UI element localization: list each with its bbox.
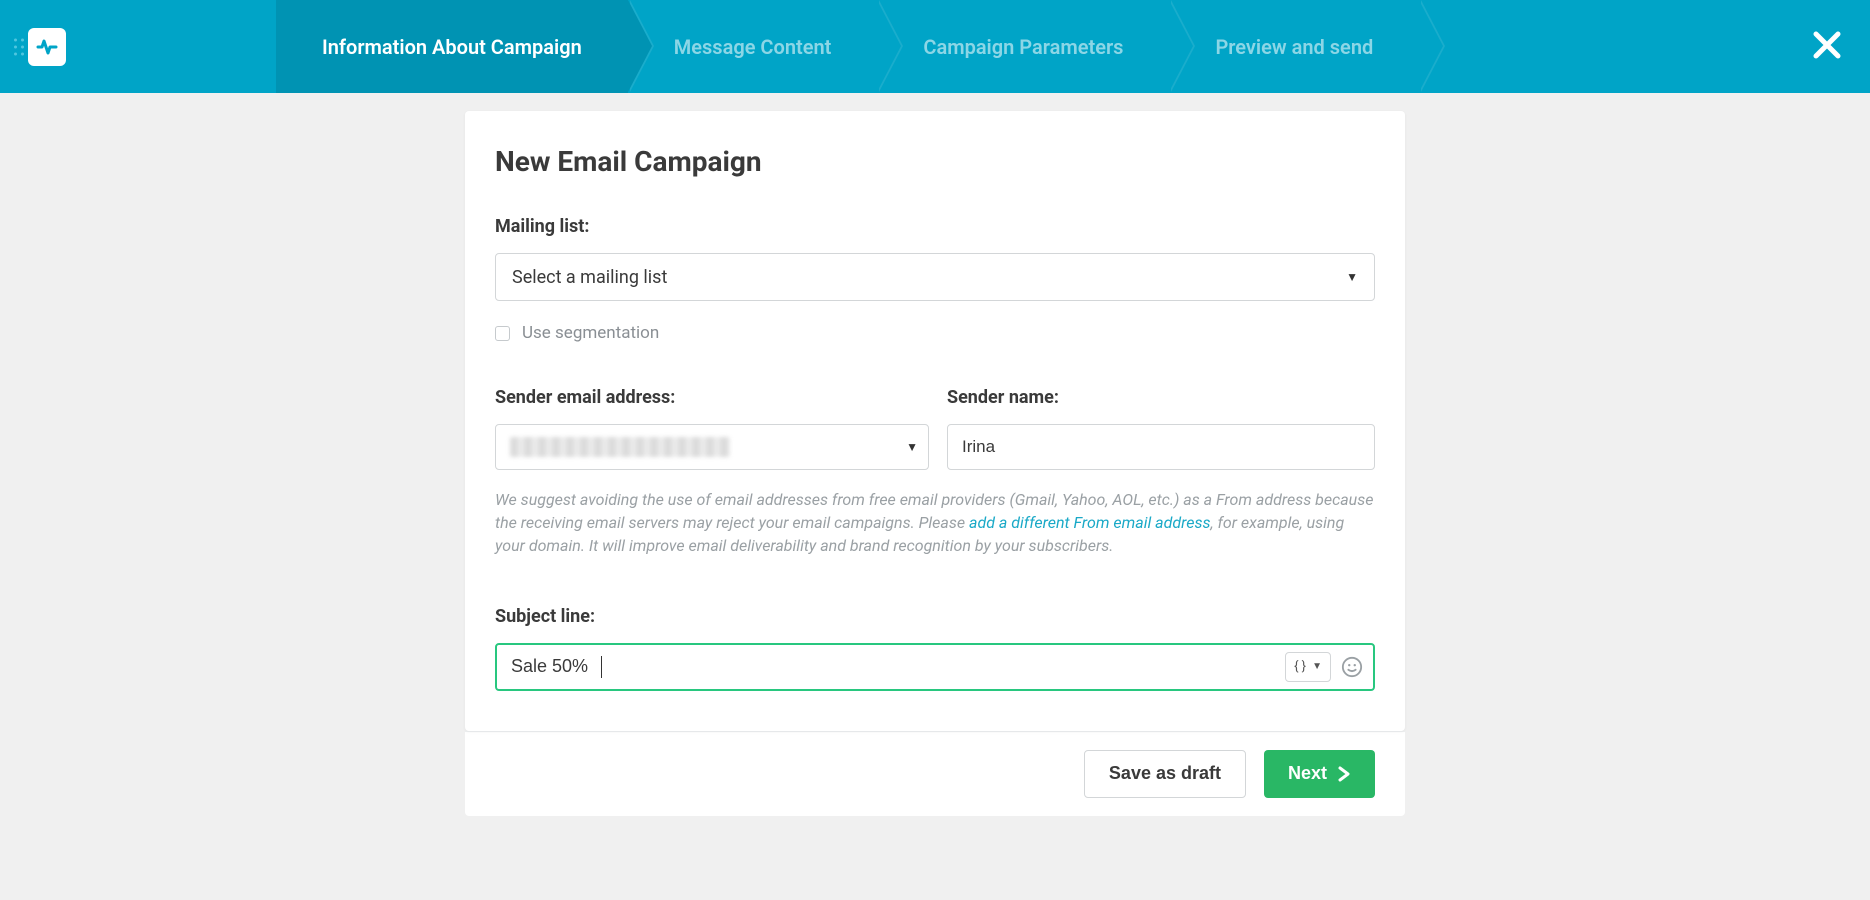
mailing-list-placeholder: Select a mailing list [512, 267, 667, 288]
step-label: Information About Campaign [322, 35, 582, 59]
chevron-right-icon [1337, 766, 1351, 782]
subject-label: Subject line: [495, 606, 1375, 627]
sender-name-label: Sender name: [947, 387, 1375, 408]
wizard-header: Information About Campaign Message Conte… [0, 0, 1870, 93]
insert-variable-button[interactable]: { } ▼ [1285, 652, 1331, 682]
campaign-form-card: New Email Campaign Mailing list: Select … [465, 111, 1405, 731]
sender-helper-text: We suggest avoiding the use of email add… [495, 488, 1375, 558]
chevron-down-icon: ▼ [1312, 661, 1322, 672]
form-footer: Save as draft Next [465, 731, 1405, 816]
text-cursor [601, 656, 602, 678]
next-button[interactable]: Next [1264, 750, 1375, 798]
segmentation-row: Use segmentation [495, 323, 1375, 343]
close-button[interactable] [1812, 30, 1842, 64]
chevron-down-icon: ▼ [906, 440, 918, 454]
step-label: Message Content [674, 35, 832, 59]
step-label: Campaign Parameters [923, 35, 1123, 59]
emoji-picker-button[interactable] [1339, 654, 1365, 680]
add-from-address-link[interactable]: add a different From email address [969, 513, 1210, 532]
sender-email-label: Sender email address: [495, 387, 929, 408]
wizard-steps: Information About Campaign Message Conte… [276, 0, 1419, 93]
sender-name-input[interactable] [947, 424, 1375, 470]
chevron-down-icon: ▼ [1346, 270, 1358, 284]
segmentation-checkbox[interactable] [495, 326, 510, 341]
subject-input-wrap: { } ▼ [495, 643, 1375, 691]
step-message-content[interactable]: Message Content [628, 0, 878, 93]
step-label: Preview and send [1215, 35, 1373, 59]
sender-email-select[interactable]: ▼ [495, 424, 929, 470]
braces-icon: { } [1294, 659, 1306, 674]
segmentation-label: Use segmentation [522, 323, 659, 343]
step-information[interactable]: Information About Campaign [276, 0, 628, 93]
step-preview-send[interactable]: Preview and send [1169, 0, 1419, 93]
mailing-list-label: Mailing list: [495, 216, 1375, 237]
smile-icon [1341, 656, 1363, 678]
app-logo[interactable] [28, 28, 66, 66]
close-icon [1812, 30, 1842, 60]
save-draft-label: Save as draft [1109, 763, 1221, 784]
subject-input[interactable] [511, 656, 599, 677]
step-campaign-parameters[interactable]: Campaign Parameters [877, 0, 1169, 93]
pulse-icon [35, 35, 59, 59]
next-label: Next [1288, 763, 1327, 784]
drag-handle-icon[interactable] [14, 38, 24, 55]
mailing-list-select[interactable]: Select a mailing list ▼ [495, 253, 1375, 301]
save-draft-button[interactable]: Save as draft [1084, 750, 1246, 798]
page-title: New Email Campaign [495, 145, 1375, 178]
sender-email-value-redacted [510, 437, 730, 457]
